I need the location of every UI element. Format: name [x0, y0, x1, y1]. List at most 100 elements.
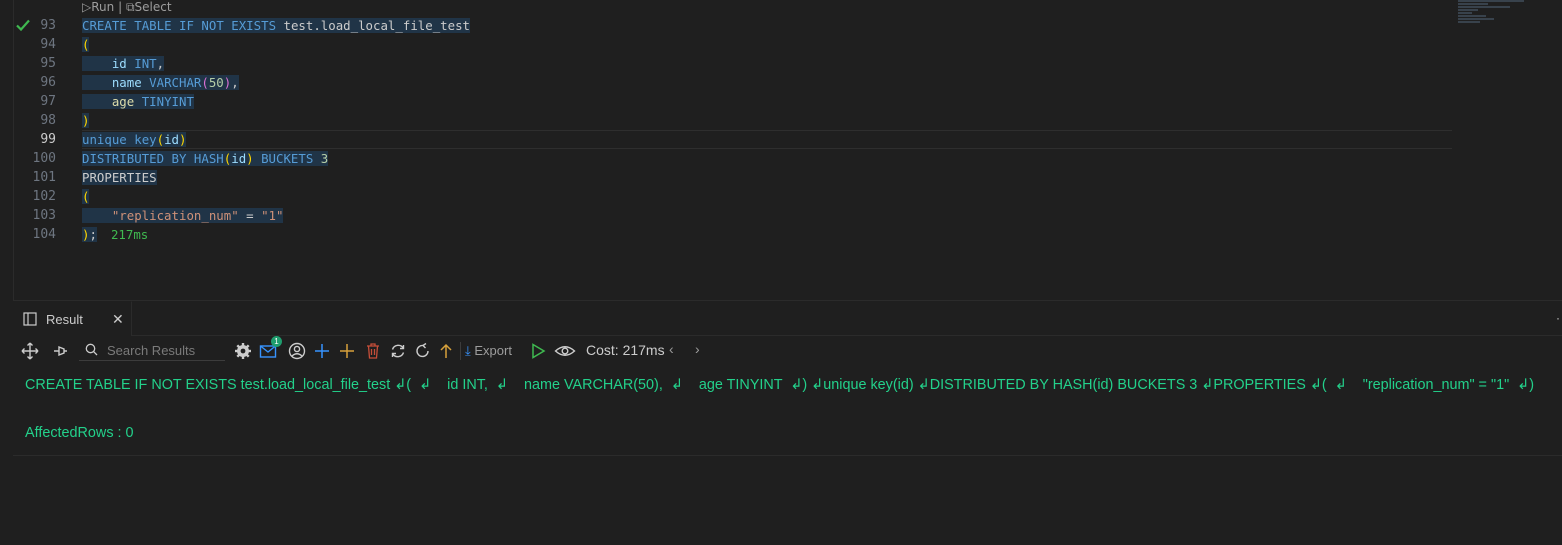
line-number: 95	[40, 56, 56, 71]
panel-icon	[23, 312, 37, 326]
notification-badge: 1	[271, 336, 282, 347]
gear-icon[interactable]	[234, 342, 252, 360]
code-line: 98 )	[0, 111, 1452, 130]
token: INT	[134, 56, 157, 71]
pin-icon[interactable]	[51, 342, 69, 360]
tab-label: Result	[46, 312, 83, 327]
search-input[interactable]	[105, 340, 225, 360]
code-line: 95 id INT,	[0, 54, 1452, 73]
arrow-up-icon[interactable]	[437, 342, 455, 360]
search-results	[79, 338, 225, 361]
code-line: 97 age TINYINT	[0, 92, 1452, 111]
line-number: 99	[40, 132, 56, 147]
token: )	[179, 132, 187, 147]
token: HASH	[193, 151, 224, 166]
token: TABLE	[134, 18, 172, 33]
token: BUCKETS	[261, 151, 314, 166]
export-button[interactable]: ⤓ Export	[465, 343, 512, 359]
run-label: Run	[91, 0, 115, 14]
line-number: 104	[32, 227, 56, 242]
line-number: 97	[40, 94, 56, 109]
token: )	[82, 113, 90, 128]
token: (	[156, 132, 165, 147]
token: PROPERTIES	[82, 170, 157, 185]
chevron-right-icon[interactable]: ›	[695, 341, 700, 357]
token: NOT	[201, 18, 224, 33]
select-codelens[interactable]: ⧉Select	[126, 0, 172, 14]
code-line: 94 (	[0, 35, 1452, 54]
token: name	[111, 75, 142, 90]
token: VARCHAR	[149, 75, 202, 90]
result-toolbar: 1 ⤓ Export Cost: 217ms ‹ ›	[13, 336, 1562, 364]
move-icon[interactable]	[21, 342, 39, 360]
token: TINYINT	[141, 94, 194, 109]
user-icon[interactable]	[288, 342, 306, 360]
line-number: 93	[40, 18, 56, 33]
token: test.load_local_file_test	[283, 18, 471, 33]
token: "1"	[261, 208, 284, 223]
select-label: Select	[134, 0, 172, 14]
export-label: Export	[474, 343, 512, 358]
line-number: 96	[40, 75, 56, 90]
token: 50	[208, 75, 224, 90]
token: EXISTS	[231, 18, 277, 33]
token: (	[201, 75, 209, 90]
exec-time: 217ms	[110, 227, 149, 242]
token: key	[134, 132, 157, 147]
code-line: 102 (	[0, 187, 1452, 206]
executed-sql: CREATE TABLE IF NOT EXISTS test.load_loc…	[25, 377, 1535, 393]
code-line-active: 99 unique key(id)	[0, 130, 1452, 149]
result-panel: Result ✕ · 1 ⤓ Export Cost: 217ms ‹ › CR…	[13, 300, 1562, 545]
token: (	[82, 37, 90, 52]
sync-icon[interactable]	[389, 342, 407, 360]
line-number: 103	[32, 208, 56, 223]
line-number: 101	[32, 170, 56, 185]
more-icon[interactable]: ·	[1556, 311, 1560, 325]
minimap[interactable]	[1458, 0, 1528, 40]
cost-label: Cost: 217ms	[586, 342, 665, 358]
token: )	[246, 151, 254, 166]
refresh-icon[interactable]	[414, 342, 432, 360]
token: DISTRIBUTED	[82, 151, 165, 166]
code-line: 101 PROPERTIES	[0, 168, 1452, 187]
line-number: 98	[40, 113, 56, 128]
eye-icon[interactable]	[554, 342, 576, 360]
token: id	[111, 56, 127, 71]
code-line: 103 "replication_num" = "1"	[0, 206, 1452, 225]
close-icon[interactable]: ✕	[112, 311, 124, 328]
token: id	[164, 132, 180, 147]
codelens: ▷Run | ⧉Select	[82, 0, 172, 15]
token: age	[111, 94, 135, 109]
trash-icon[interactable]	[364, 342, 382, 360]
codelens-separator: |	[118, 0, 123, 14]
token: id	[231, 151, 247, 166]
run-codelens[interactable]: ▷Run	[82, 0, 114, 14]
token: =	[246, 208, 254, 223]
code-line: 104 ); 217ms	[0, 225, 1452, 244]
token: 3	[320, 151, 329, 166]
tab-result[interactable]: Result ✕	[13, 301, 132, 336]
code-line: 96 name VARCHAR(50),	[0, 73, 1452, 92]
result-output: CREATE TABLE IF NOT EXISTS test.load_loc…	[13, 365, 1562, 456]
token: (	[82, 189, 90, 204]
code-line: 93 CREATE TABLE IF NOT EXISTS test.load_…	[0, 16, 1452, 35]
token: IF	[179, 18, 194, 33]
sql-editor[interactable]: ▷Run | ⧉Select 93 CREATE TABLE IF NOT EX…	[0, 0, 1562, 300]
add-icon[interactable]	[338, 342, 356, 360]
add-row-icon[interactable]	[313, 342, 331, 360]
token: CREATE	[82, 18, 127, 33]
chevron-left-icon[interactable]: ‹	[669, 341, 674, 357]
line-number: 94	[40, 37, 56, 52]
code-line: 100 DISTRIBUTED BY HASH(id) BUCKETS 3	[0, 149, 1452, 168]
token: BY	[171, 151, 187, 166]
token: unique	[82, 132, 127, 147]
token: ;	[89, 227, 97, 242]
panel-tabbar: Result ✕ ·	[13, 301, 1562, 336]
affected-rows: AffectedRows : 0	[25, 425, 134, 441]
download-icon: ⤓	[465, 343, 471, 358]
token: "replication_num"	[111, 208, 239, 223]
line-number: 102	[32, 189, 56, 204]
token: ,	[156, 56, 165, 71]
run-icon[interactable]	[529, 342, 547, 360]
token: ,	[231, 75, 239, 90]
